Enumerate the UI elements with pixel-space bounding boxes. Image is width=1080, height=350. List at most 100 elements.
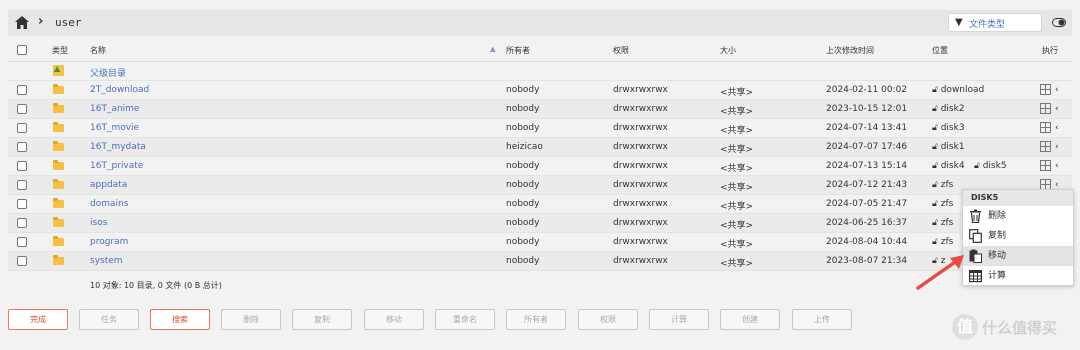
header-size[interactable]: 大小 bbox=[720, 45, 736, 56]
row-size: <共享> bbox=[720, 183, 754, 193]
row-owner: nobody bbox=[506, 199, 540, 209]
row-owner: nobody bbox=[506, 218, 540, 228]
menu-item-delete[interactable]: 删除 bbox=[963, 206, 1073, 226]
table-row[interactable]: domains nobody drwxrwxrwx <共享> 2024-07-05 21… bbox=[8, 195, 1072, 214]
more-icon[interactable]: ‹ bbox=[1055, 104, 1059, 114]
row-modified: 2024-06-25 16:37 bbox=[826, 218, 908, 228]
row-modified: 2024-08-04 10:44 bbox=[826, 237, 908, 247]
header-name[interactable]: 名称 bbox=[90, 45, 106, 56]
create-button[interactable]: 创建 bbox=[720, 309, 780, 330]
header-location[interactable]: 位置 bbox=[932, 45, 948, 56]
menu-item-calculate[interactable]: 计算 bbox=[963, 266, 1073, 286]
tasks-button[interactable]: 任务 bbox=[79, 309, 139, 330]
header-type[interactable]: 类型 bbox=[52, 45, 68, 56]
row-name-link[interactable]: system bbox=[90, 256, 123, 266]
upload-button[interactable]: 上传 bbox=[792, 309, 852, 330]
calculate-button[interactable]: 计算 bbox=[649, 309, 709, 330]
table-row[interactable]: 16T_movie nobody drwxrwxrwx <共享> 2024-07-14 … bbox=[8, 119, 1072, 138]
more-icon[interactable]: ‹ bbox=[1055, 161, 1059, 171]
row-perms[interactable]: drwxrwxrwx bbox=[613, 161, 668, 171]
filter-icon: ▼ bbox=[955, 17, 963, 28]
breadcrumb-separator: › bbox=[38, 14, 44, 29]
row-location: 🔓︎ disk2 bbox=[932, 104, 965, 114]
row-name-link[interactable]: domains bbox=[90, 199, 128, 209]
header-modified[interactable]: 上次修改时间 bbox=[826, 45, 874, 56]
owner-button[interactable]: 所有者 bbox=[506, 309, 566, 330]
move-button[interactable]: 移动 bbox=[364, 309, 424, 330]
table-icon bbox=[969, 270, 982, 283]
breadcrumb-path[interactable]: user bbox=[55, 16, 82, 29]
table-row[interactable]: appdata nobody drwxrwxrwx <共享> 2024-07-12 21… bbox=[8, 176, 1072, 195]
row-size: <共享> bbox=[720, 107, 754, 117]
table-row[interactable]: 16T_mydata heizicao drwxrwxrwx <共享> 2024-07-… bbox=[8, 138, 1072, 157]
row-checkbox[interactable] bbox=[17, 218, 27, 228]
delete-button[interactable]: 删除 bbox=[221, 309, 281, 330]
row-location: 🔓︎ zfs bbox=[932, 218, 953, 228]
more-icon[interactable]: ‹ bbox=[1055, 142, 1059, 152]
row-perms[interactable]: drwxrwxrwx bbox=[613, 123, 668, 133]
parent-dir-link[interactable]: 父级目录 bbox=[90, 66, 126, 79]
row-checkbox[interactable] bbox=[17, 199, 27, 209]
row-checkbox[interactable] bbox=[17, 161, 27, 171]
row-name-link[interactable]: 16T_anime bbox=[90, 104, 139, 114]
row-name-link[interactable]: appdata bbox=[90, 180, 127, 190]
copy-icon bbox=[969, 229, 982, 243]
expand-icon[interactable] bbox=[1040, 103, 1051, 114]
permissions-button[interactable]: 权限 bbox=[578, 309, 638, 330]
row-perms[interactable]: drwxrwxrwx bbox=[613, 256, 668, 266]
row-name-link[interactable]: 2T_download bbox=[90, 85, 149, 95]
row-modified: 2023-10-15 12:01 bbox=[826, 104, 908, 114]
parent-dir-row[interactable]: 父级目录 bbox=[8, 62, 1072, 81]
row-checkbox[interactable] bbox=[17, 104, 27, 114]
row-perms[interactable]: drwxrwxrwx bbox=[613, 237, 668, 247]
row-perms[interactable]: drwxrwxrwx bbox=[613, 104, 668, 114]
row-name-link[interactable]: 16T_movie bbox=[90, 123, 139, 133]
row-name-link[interactable]: 16T_mydata bbox=[90, 142, 146, 152]
expand-icon[interactable] bbox=[1040, 141, 1051, 152]
row-checkbox[interactable] bbox=[17, 180, 27, 190]
header-perms[interactable]: 权限 bbox=[613, 45, 629, 56]
table-row[interactable]: program nobody drwxrwxrwx <共享> 2024-08-04 10… bbox=[8, 233, 1072, 252]
more-icon[interactable]: ‹ bbox=[1055, 85, 1059, 95]
expand-icon[interactable] bbox=[1040, 160, 1051, 171]
file-type-filter[interactable]: ▼ 文件类型 bbox=[948, 13, 1042, 32]
table-row[interactable]: 2T_download nobody drwxrwxrwx <共享> 2024-02-1… bbox=[8, 81, 1072, 100]
row-perms[interactable]: drwxrwxrwx bbox=[613, 218, 668, 228]
row-name-link[interactable]: program bbox=[90, 237, 128, 247]
header-owner[interactable]: 所有者 bbox=[506, 45, 530, 56]
file-table: 类型 名称 ▲ 所有者 权限 大小 上次修改时间 位置 执行 父级目录 2T_d… bbox=[8, 38, 1072, 271]
search-button[interactable]: 搜索 bbox=[150, 309, 210, 330]
row-checkbox[interactable] bbox=[17, 237, 27, 247]
done-button[interactable]: 完成 bbox=[8, 309, 68, 330]
select-all-checkbox[interactable] bbox=[17, 45, 27, 55]
row-modified: 2024-07-14 13:41 bbox=[826, 123, 908, 133]
row-name-link[interactable]: 16T_private bbox=[90, 161, 143, 171]
table-row[interactable]: 16T_private nobody drwxrwxrwx <共享> 2024-07-1… bbox=[8, 157, 1072, 176]
more-icon[interactable]: ‹ bbox=[1055, 123, 1059, 133]
copy-button[interactable]: 复制 bbox=[292, 309, 352, 330]
rename-button[interactable]: 重命名 bbox=[435, 309, 495, 330]
menu-item-move[interactable]: 移动 bbox=[963, 246, 1073, 266]
row-checkbox[interactable] bbox=[17, 85, 27, 95]
row-checkbox[interactable] bbox=[17, 256, 27, 266]
lock-icon: 🔓︎ bbox=[932, 218, 938, 228]
folder-icon bbox=[53, 103, 64, 113]
menu-item-copy[interactable]: 复制 bbox=[963, 226, 1073, 246]
row-location-disk: zfs bbox=[940, 180, 954, 190]
row-perms[interactable]: drwxrwxrwx bbox=[613, 199, 668, 209]
row-perms[interactable]: drwxrwxrwx bbox=[613, 180, 668, 190]
home-icon[interactable] bbox=[15, 16, 29, 29]
row-checkbox[interactable] bbox=[17, 142, 27, 152]
row-location-disk: zfs bbox=[940, 218, 954, 228]
table-row[interactable]: 16T_anime nobody drwxrwxrwx <共享> 2023-10-15 … bbox=[8, 100, 1072, 119]
row-checkbox[interactable] bbox=[17, 123, 27, 133]
toggle-icon[interactable] bbox=[1052, 18, 1066, 27]
menu-item-label: 复制 bbox=[988, 231, 1007, 241]
row-perms[interactable]: drwxrwxrwx bbox=[613, 85, 668, 95]
row-name-link[interactable]: isos bbox=[90, 218, 107, 228]
table-row[interactable]: isos nobody drwxrwxrwx <共享> 2024-06-25 16:37… bbox=[8, 214, 1072, 233]
lock-icon: 🔓︎ bbox=[932, 85, 938, 95]
expand-icon[interactable] bbox=[1040, 122, 1051, 133]
expand-icon[interactable] bbox=[1040, 84, 1051, 95]
row-perms[interactable]: drwxrwxrwx bbox=[613, 142, 668, 152]
